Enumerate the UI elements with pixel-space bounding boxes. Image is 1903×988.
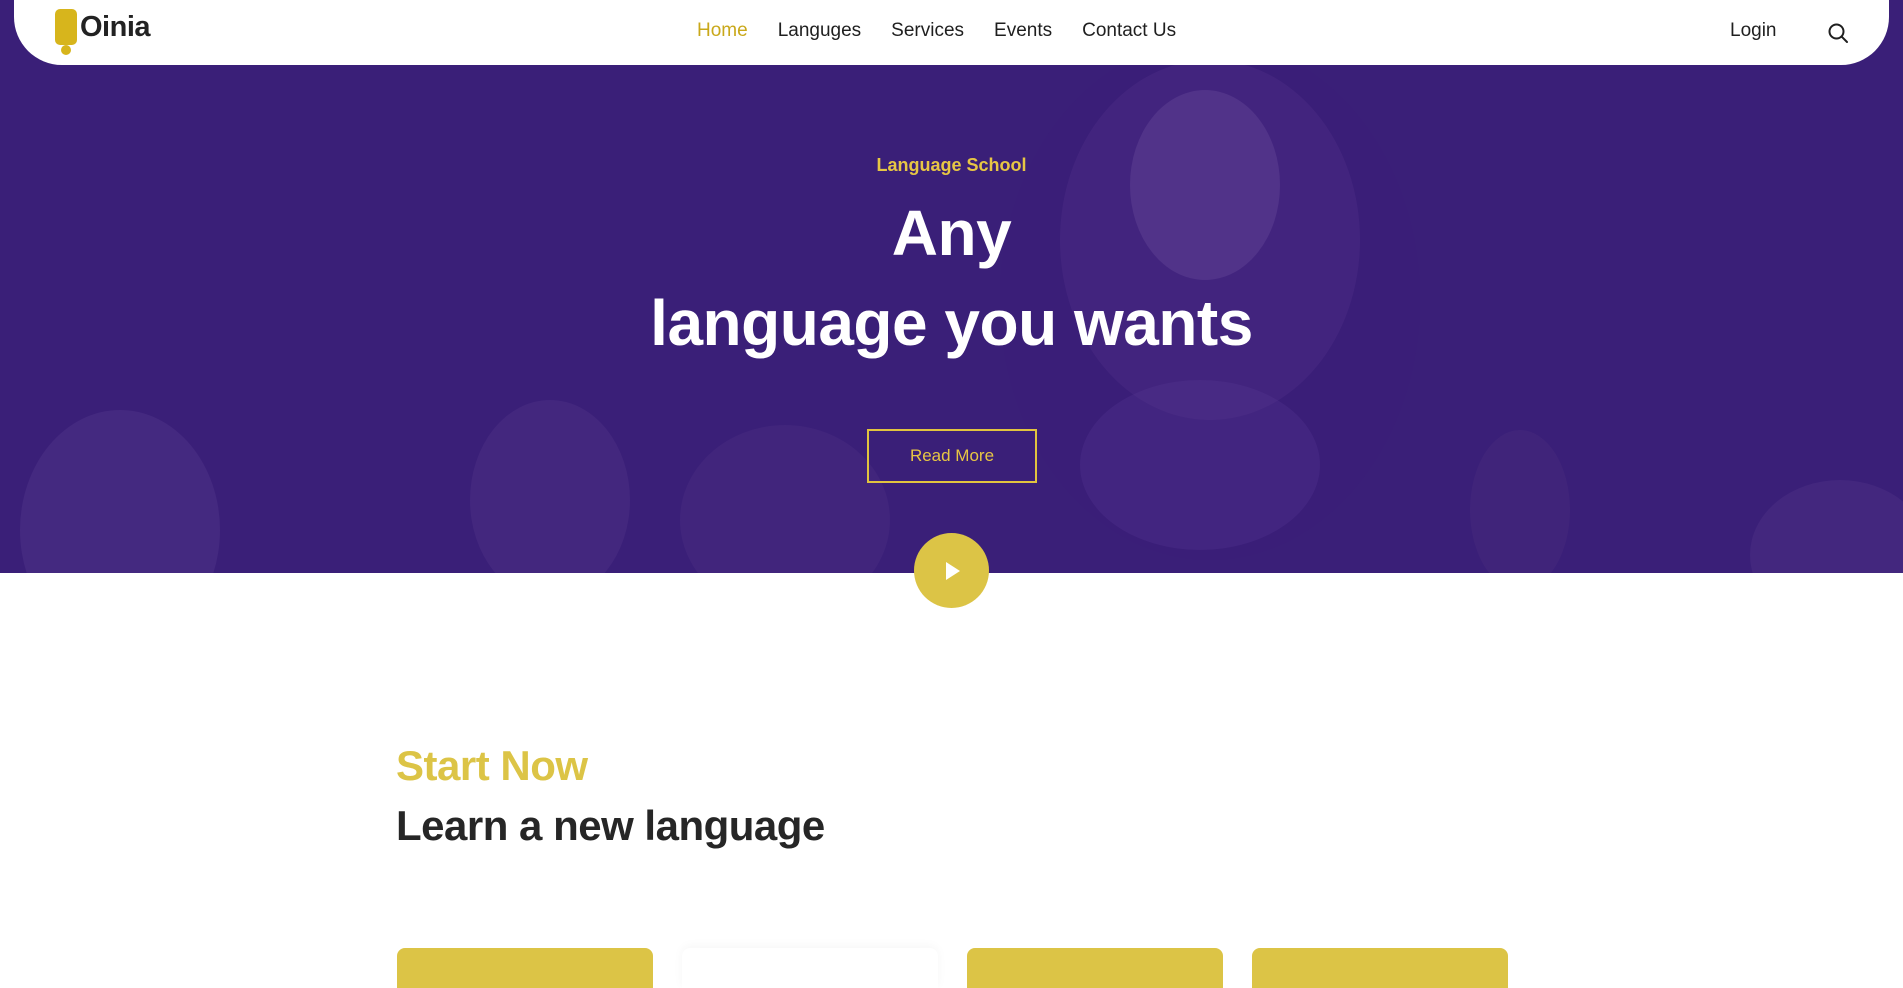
language-card[interactable]: [967, 948, 1223, 988]
logo[interactable]: Oinia: [55, 9, 151, 55]
language-card[interactable]: [397, 948, 653, 988]
main-nav: Home Languges Services Events Contact Us: [697, 20, 1176, 42]
login-link[interactable]: Login: [1730, 20, 1777, 42]
nav-link-contact-us[interactable]: Contact Us: [1082, 20, 1176, 42]
play-video-button[interactable]: [914, 533, 989, 608]
logo-icon: [55, 9, 77, 55]
section-eyebrow: Start Now: [396, 742, 588, 789]
logo-text: Oinia: [80, 10, 151, 43]
hero-title-line2: language you wants: [650, 287, 1253, 359]
language-card[interactable]: [682, 948, 938, 988]
nav-link-languges[interactable]: Languges: [778, 20, 861, 42]
navbar: Oinia Home Languges Services Events Cont…: [14, 0, 1889, 65]
play-icon: [945, 561, 960, 580]
read-more-button[interactable]: Read More: [867, 429, 1037, 483]
section-title: Learn a new language: [396, 802, 825, 849]
nav-link-home[interactable]: Home: [697, 20, 748, 42]
nav-link-services[interactable]: Services: [891, 20, 964, 42]
hero-title-line1: Any: [891, 197, 1012, 269]
nav-link-events[interactable]: Events: [994, 20, 1052, 42]
hero-eyebrow: Language School: [876, 155, 1027, 175]
search-button[interactable]: [1826, 21, 1850, 45]
search-icon: [1828, 23, 1848, 43]
hero-banner: Language School Any language you wants R…: [0, 0, 1903, 573]
hero-title: Any language you wants: [0, 188, 1903, 368]
language-card[interactable]: [1252, 948, 1508, 988]
